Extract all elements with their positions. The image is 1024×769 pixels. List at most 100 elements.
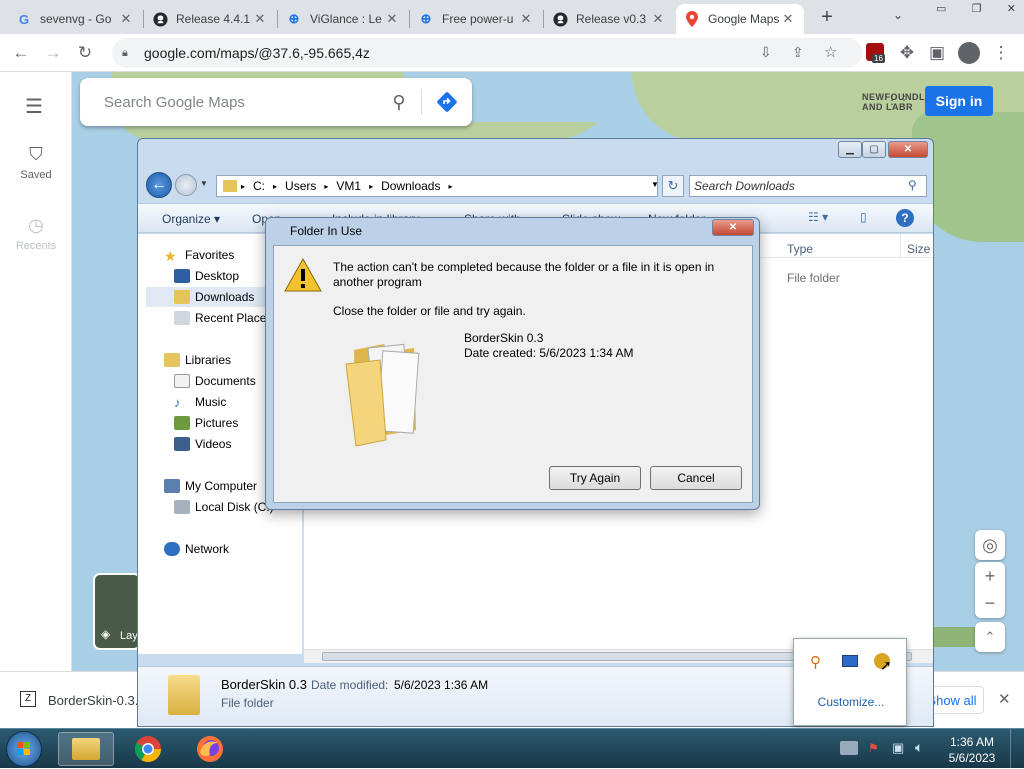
- documents-icon: [174, 374, 190, 388]
- views-icon[interactable]: ☷ ▾: [808, 210, 828, 224]
- close-icon[interactable]: ✕: [650, 11, 666, 27]
- taskbar-chrome[interactable]: [120, 732, 176, 766]
- close-icon[interactable]: ✕: [384, 11, 400, 27]
- customize-link[interactable]: Customize...: [794, 695, 908, 709]
- maps-search-box[interactable]: Search Google Maps ⚲: [80, 78, 472, 126]
- new-tab-button[interactable]: +: [815, 6, 839, 30]
- explorer-search-input[interactable]: Search Downloads ⚲: [689, 175, 927, 197]
- volume-icon[interactable]: 🔈︎: [915, 739, 923, 756]
- taskbar-firefox[interactable]: [182, 732, 238, 766]
- preview-pane-icon[interactable]: ▯: [860, 210, 867, 224]
- zoom-in-button[interactable]: +: [985, 562, 996, 590]
- show-hidden-icons-button[interactable]: [840, 741, 858, 755]
- close-icon[interactable]: ✕: [252, 11, 268, 27]
- restore-icon[interactable]: ❐: [972, 2, 982, 18]
- nav-my-computer[interactable]: My Computer: [164, 476, 257, 496]
- tab-sevenvg[interactable]: G sevenvg - Go ✕: [8, 4, 142, 34]
- nav-network[interactable]: Network: [164, 539, 229, 559]
- address-breadcrumb[interactable]: ▸ C: ▸ Users ▸ VM1 ▸ Downloads ▸ ▼: [216, 175, 659, 197]
- warning-icon: [284, 257, 322, 295]
- recents-button[interactable]: ◷ Recents: [0, 215, 72, 252]
- forward-arrow-icon[interactable]: →: [38, 38, 68, 68]
- dialog-item-name: BorderSkin 0.3: [464, 331, 544, 345]
- dialog-close-button[interactable]: ✕: [712, 219, 754, 236]
- breadcrumb-vm1[interactable]: VM1: [336, 179, 361, 193]
- clock[interactable]: 1:36 AM 5/6/2023: [942, 734, 1002, 766]
- network-icon[interactable]: ▣: [892, 740, 904, 756]
- close-icon[interactable]: ✕: [1007, 2, 1016, 18]
- my-location-icon[interactable]: ◎: [975, 530, 1005, 560]
- explorer-titlebar[interactable]: [138, 139, 933, 161]
- hamburger-menu-icon[interactable]: ☰: [25, 94, 43, 119]
- nav-local-disk[interactable]: Local Disk (C:): [174, 497, 274, 517]
- nav-libraries[interactable]: Libraries: [164, 350, 231, 370]
- close-icon[interactable]: ✕: [118, 11, 134, 27]
- bookmark-star-icon[interactable]: ☆: [824, 43, 837, 61]
- help-icon[interactable]: ?: [896, 209, 914, 227]
- column-type[interactable]: Type: [787, 242, 813, 256]
- taskbar-explorer[interactable]: [58, 732, 114, 766]
- show-desktop-button[interactable]: [1010, 729, 1024, 769]
- tab-viglance[interactable]: ⊕ ViGlance : Le ✕: [278, 4, 408, 34]
- address-bar[interactable]: 🔒︎ google.com/maps/@37.6,-95.665,4z ⇩ ⇪ …: [112, 38, 862, 68]
- close-button[interactable]: ✕: [888, 141, 928, 158]
- nav-pictures[interactable]: Pictures: [174, 413, 238, 433]
- dialog-message: The action can't be completed because th…: [333, 260, 715, 289]
- display-tray-icon[interactable]: [842, 655, 858, 667]
- expand-chevron-icon[interactable]: ⌃: [975, 622, 1005, 652]
- side-panel-icon[interactable]: ▣: [922, 38, 952, 68]
- refresh-icon[interactable]: ↻: [662, 175, 684, 197]
- directions-icon[interactable]: [422, 91, 472, 113]
- search-icon[interactable]: ⚲: [377, 92, 421, 113]
- breadcrumb-downloads[interactable]: Downloads: [381, 179, 440, 193]
- profile-avatar[interactable]: [958, 42, 980, 64]
- close-icon[interactable]: ✕: [998, 690, 1011, 708]
- tab-search-chevron-icon[interactable]: ⌄: [893, 8, 903, 22]
- folder-icon: [223, 180, 237, 192]
- apps-grid-icon[interactable]: ⋮⋮: [886, 93, 910, 107]
- search-icon[interactable]: ⚲: [908, 178, 917, 192]
- search-tray-icon[interactable]: ⚲: [810, 653, 821, 671]
- maximize-button[interactable]: ▢: [862, 141, 886, 158]
- layers-button[interactable]: ◈ Layers: [93, 573, 141, 650]
- breadcrumb-users[interactable]: Users: [285, 179, 316, 193]
- nav-favorites[interactable]: ★ Favorites: [164, 245, 234, 265]
- close-icon[interactable]: ✕: [518, 11, 534, 27]
- nav-desktop[interactable]: Desktop: [174, 266, 239, 286]
- minimize-icon[interactable]: ▭: [936, 2, 946, 18]
- tab-release-v0-3[interactable]: Release v0.3 ✕: [544, 4, 674, 34]
- install-icon[interactable]: ⇩: [760, 44, 772, 61]
- organize-button[interactable]: Organize ▾: [162, 212, 220, 226]
- nav-music[interactable]: ♪ Music: [174, 392, 226, 412]
- close-icon[interactable]: ✕: [780, 11, 796, 27]
- recent-pages-chevron-icon[interactable]: ▼: [200, 179, 208, 188]
- address-dropdown-icon[interactable]: ▼: [651, 180, 659, 189]
- nav-recent-places[interactable]: Recent Places: [174, 308, 272, 328]
- tab-release-4-4-1[interactable]: Release 4.4.1 ✕: [144, 4, 276, 34]
- nav-videos[interactable]: Videos: [174, 434, 231, 454]
- menu-kebab-icon[interactable]: ⋮: [986, 38, 1016, 68]
- action-center-icon[interactable]: ⚑: [868, 741, 879, 755]
- maps-side-rail: ☰ ⛉ Saved ◷ Recents: [0, 72, 72, 671]
- try-again-button[interactable]: Try Again: [549, 466, 641, 490]
- tab-google-maps[interactable]: Google Maps ✕: [676, 4, 804, 34]
- breadcrumb-c[interactable]: C:: [253, 179, 265, 193]
- puzzle-extensions-icon[interactable]: ✥: [892, 38, 922, 68]
- tab-free-power[interactable]: ⊕ Free power-u ✕: [410, 4, 542, 34]
- forward-button[interactable]: [175, 174, 197, 196]
- reload-icon[interactable]: ↻: [70, 38, 100, 68]
- column-size[interactable]: Size: [907, 242, 930, 256]
- sign-in-button[interactable]: Sign in: [925, 86, 993, 116]
- nav-documents[interactable]: Documents: [174, 371, 256, 391]
- minimize-button[interactable]: ▁: [838, 141, 862, 158]
- browser-toolbar: ← → ↻ 🔒︎ google.com/maps/@37.6,-95.665,4…: [0, 34, 1024, 72]
- extension-icon[interactable]: 16: [866, 43, 885, 63]
- zoom-out-button[interactable]: −: [985, 590, 996, 618]
- back-button[interactable]: ←: [146, 172, 172, 198]
- saved-button[interactable]: ⛉ Saved: [0, 144, 72, 181]
- downloads-folder-icon: [174, 290, 190, 304]
- cancel-button[interactable]: Cancel: [650, 466, 742, 490]
- back-arrow-icon[interactable]: ←: [6, 38, 36, 68]
- share-icon[interactable]: ⇪: [792, 44, 804, 61]
- start-button[interactable]: [6, 731, 42, 767]
